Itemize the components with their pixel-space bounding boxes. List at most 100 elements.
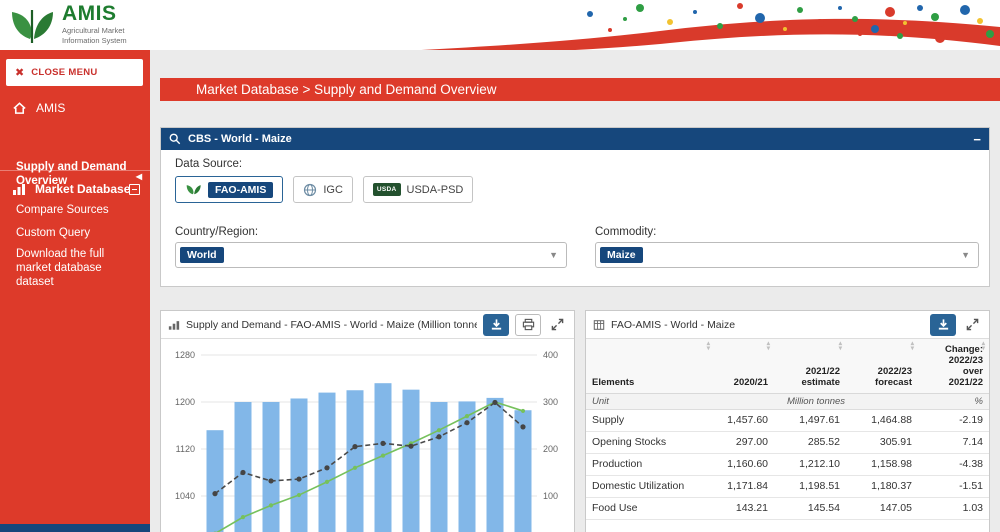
breadcrumb: Market Database > Supply and Demand Over…: [160, 78, 1000, 101]
chart-icon: [168, 319, 180, 331]
source-button-usda-psd[interactable]: USDA USDA-PSD: [363, 176, 473, 203]
sort-icon: ▴▾: [707, 341, 710, 351]
svg-text:400: 400: [543, 350, 558, 360]
column-header-change[interactable]: ▴▾ Change: 2022/23 over 2021/22: [918, 339, 989, 393]
sort-icon: ▴▾: [767, 341, 770, 351]
unit-row: Unit Million tonnes %: [586, 393, 989, 409]
app-subtitle-1: Agricultural Market: [62, 26, 127, 35]
table-row: Food Use 143.21 145.54 147.05 1.03: [586, 497, 989, 519]
table-header-row: ▴▾ Elements ▴▾ 2020/21 ▴▾ 2021/22 estima…: [586, 339, 989, 393]
value-2021-22: 285.52: [774, 431, 846, 453]
column-header-2022-23[interactable]: ▴▾ 2022/23 forecast: [846, 339, 918, 393]
value-2020-21: 1,160.60: [714, 453, 774, 475]
element-name: Production: [586, 453, 714, 475]
chart-print-button[interactable]: [515, 314, 541, 336]
igc-label: IGC: [323, 184, 343, 196]
data-source-buttons: FAO-AMIS IGC USDA USDA-PSD: [175, 176, 473, 203]
chart-area: 1280400120030011202001040100: [161, 339, 574, 532]
table-row: Production 1,160.60 1,212.10 1,158.98 -4…: [586, 453, 989, 475]
app-window: AMIS Agricultural Market Information Sys…: [0, 0, 1000, 532]
close-menu-button[interactable]: ✖ CLOSE MENU: [6, 59, 143, 86]
expand-icon: [966, 318, 979, 331]
element-name: Supply: [586, 409, 714, 431]
app-subtitle-2: Information System: [62, 36, 127, 45]
commodity-label: Commodity:: [595, 226, 656, 238]
value-change: -1.51: [918, 475, 989, 497]
column-header-2020-21[interactable]: ▴▾ 2020/21: [714, 339, 774, 393]
top-header: AMIS Agricultural Market Information Sys…: [0, 0, 1000, 50]
panel-collapse-button[interactable]: −: [973, 133, 981, 146]
printer-icon: [522, 318, 535, 331]
commodity-select[interactable]: Maize ▼: [595, 242, 979, 268]
cbs-panel-header: CBS - World - Maize −: [161, 128, 989, 150]
value-change: 1.03: [918, 497, 989, 519]
download-icon: [490, 318, 503, 331]
source-button-fao-amis[interactable]: FAO-AMIS: [175, 176, 283, 203]
decorative-banner: [340, 0, 1000, 50]
table-panel-header: FAO-AMIS - World - Maize: [586, 311, 989, 339]
amis-logo-icon: [8, 3, 56, 47]
table-row: Opening Stocks 297.00 285.52 305.91 7.14: [586, 431, 989, 453]
value-2021-22: 1,497.61: [774, 409, 846, 431]
element-name: Opening Stocks: [586, 431, 714, 453]
home-icon: [12, 101, 27, 115]
table-row: Supply 1,457.60 1,497.61 1,464.88 -2.19: [586, 409, 989, 431]
table-panel-title: FAO-AMIS - World - Maize: [611, 319, 924, 331]
chart-expand-button[interactable]: [547, 314, 567, 336]
commodity-value-chip: Maize: [600, 247, 643, 263]
table-download-button[interactable]: [930, 314, 956, 336]
cbs-panel-title: CBS - World - Maize: [188, 133, 966, 145]
custom-query-label: Custom Query: [16, 227, 90, 239]
fao-amis-chip: FAO-AMIS: [208, 182, 273, 198]
value-2022-23: 1,180.37: [846, 475, 918, 497]
supply-demand-overview-label: Supply and Demand Overview: [16, 161, 127, 187]
table-icon: [593, 319, 605, 331]
sort-icon: ▴▾: [911, 341, 914, 351]
supply-demand-chart-svg: 1280400120030011202001040100: [161, 339, 574, 532]
svg-text:100: 100: [543, 491, 558, 501]
supply-demand-chart-panel: Supply and Demand - FAO-AMIS - World - M…: [160, 310, 575, 532]
data-table-panel: FAO-AMIS - World - Maize: [585, 310, 990, 532]
source-button-igc[interactable]: IGC: [293, 176, 353, 203]
sidebar-item-custom-query[interactable]: Custom Query: [0, 226, 150, 240]
country-region-select[interactable]: World ▼: [175, 242, 567, 268]
value-2021-22: 145.54: [774, 497, 846, 519]
element-name: Food Use: [586, 497, 714, 519]
svg-text:1200: 1200: [175, 397, 195, 407]
sidebar-amis-label: AMIS: [36, 101, 65, 115]
chart-panel-header: Supply and Demand - FAO-AMIS - World - M…: [161, 311, 574, 339]
element-name: Domestic Utilization: [586, 475, 714, 497]
active-pointer-icon: ◀: [136, 170, 142, 184]
unit-label: Unit: [586, 393, 714, 409]
dropdown-caret-icon: ▼: [549, 250, 558, 260]
sidebar-item-amis[interactable]: AMIS: [0, 96, 150, 120]
value-change: -4.38: [918, 453, 989, 475]
value-change: -2.19: [918, 409, 989, 431]
svg-text:1120: 1120: [176, 444, 195, 454]
amis-logo[interactable]: AMIS Agricultural Market Information Sys…: [8, 3, 127, 47]
column-header-2021-22[interactable]: ▴▾ 2021/22 estimate: [774, 339, 846, 393]
sidebar-item-compare-sources[interactable]: Compare Sources: [0, 203, 150, 217]
search-icon: [169, 133, 181, 145]
country-region-label: Country/Region:: [175, 226, 258, 238]
value-2022-23: 305.91: [846, 431, 918, 453]
globe-icon: [303, 183, 317, 197]
sidebar-footer-strip: [0, 524, 172, 532]
country-value-chip: World: [180, 247, 224, 263]
download-dataset-label: Download the full market database datase…: [16, 248, 104, 288]
unit-value: Million tonnes: [714, 393, 918, 409]
sidebar-item-download-dataset[interactable]: Download the full market database datase…: [0, 247, 150, 289]
value-2020-21: 143.21: [714, 497, 774, 519]
column-header-elements[interactable]: ▴▾ Elements: [586, 339, 714, 393]
usda-psd-label: USDA-PSD: [407, 184, 464, 196]
unit-percent: %: [918, 393, 989, 409]
supply-demand-table: ▴▾ Elements ▴▾ 2020/21 ▴▾ 2021/22 estima…: [586, 339, 989, 520]
chart-download-button[interactable]: [483, 314, 509, 336]
value-change: 7.14: [918, 431, 989, 453]
svg-text:1280: 1280: [175, 350, 195, 360]
download-icon: [937, 318, 950, 331]
table-row: Domestic Utilization 1,171.84 1,198.51 1…: [586, 475, 989, 497]
fao-amis-logo-icon: [185, 182, 202, 197]
sidebar-item-supply-demand-overview[interactable]: Supply and Demand Overview ◀: [0, 160, 150, 188]
table-expand-button[interactable]: [962, 314, 982, 336]
